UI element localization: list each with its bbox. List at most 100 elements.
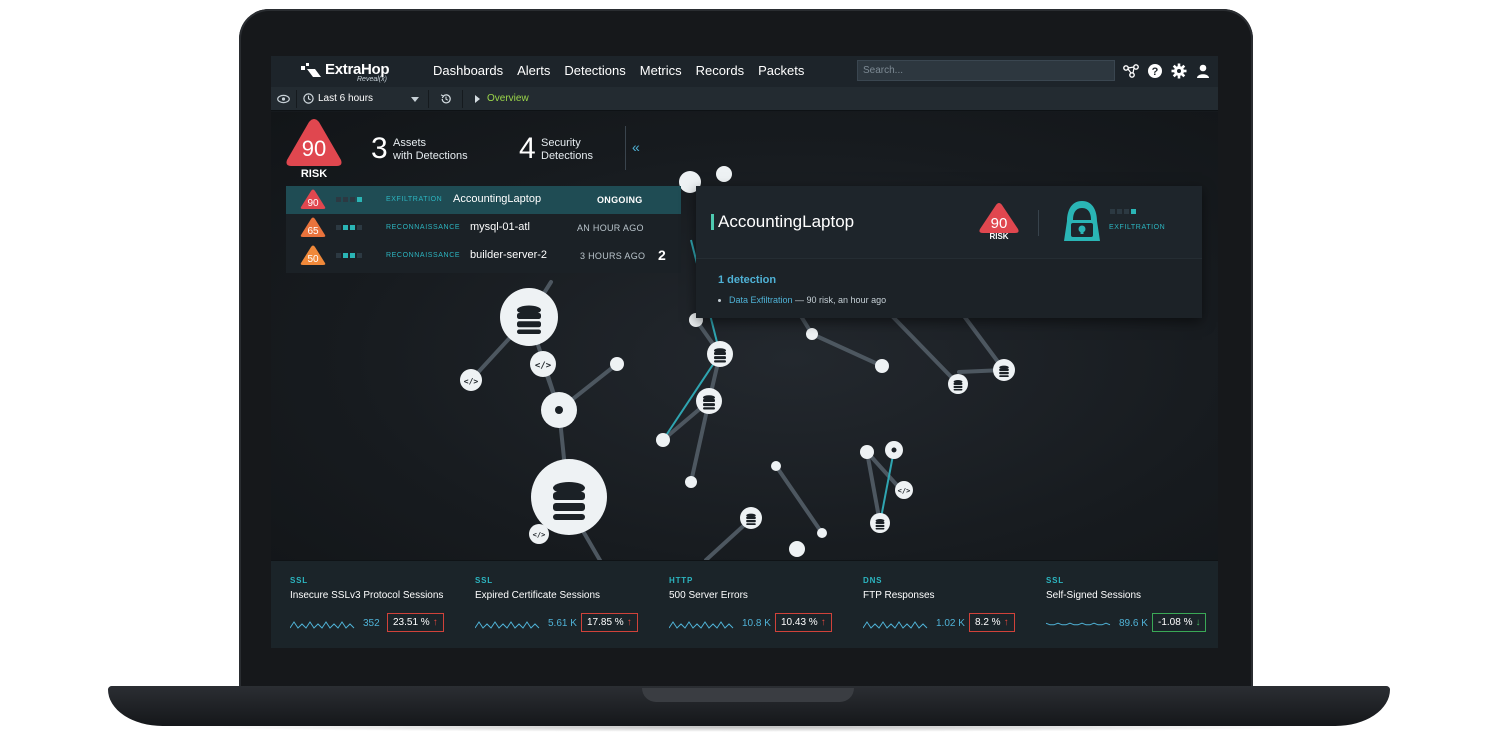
metrics-strip: SSL Insecure SSLv3 Protocol Sessions 352 23…: [271, 560, 1218, 648]
detection-asset[interactable]: AccountingLaptop: [453, 193, 541, 205]
help-icon[interactable]: ?: [1147, 63, 1163, 79]
assets-count: 3: [371, 132, 388, 165]
asset-detail-card: AccountingLaptop 90 RISK EXFILTRATION 1 …: [696, 186, 1202, 318]
metric-tile[interactable]: SSL Insecure SSLv3 Protocol Sessions 352 23…: [290, 561, 460, 648]
sparkline: [1046, 622, 1111, 626]
detection-asset[interactable]: mysql-01-atl: [470, 221, 530, 233]
detection-category: RECONNAISSANCE: [386, 252, 461, 259]
sparkline: [475, 621, 540, 629]
laptop-notch: [642, 688, 854, 702]
risk-triangle-icon: 65: [300, 217, 326, 237]
detection-level-bars: [336, 253, 362, 258]
card-risk-label: RISK: [989, 232, 1009, 241]
toolbar-divider: [428, 90, 429, 108]
metric-tile[interactable]: HTTP 500 Server Errors 10.8 K 10.43 % ↑: [669, 561, 839, 648]
brand-logo[interactable]: ExtraHop Reveal(x): [301, 61, 411, 83]
metric-change: 10.43 %: [781, 617, 818, 628]
svg-text:</>: </>: [533, 531, 546, 539]
metric-tile[interactable]: SSL Self-Signed Sessions 89.6 K -1.08 % ↓: [1046, 561, 1216, 648]
network-map: </> </> </> </> 90 RISK 3 Assets with De…: [271, 112, 1218, 560]
nav-alerts[interactable]: Alerts: [517, 63, 550, 78]
user-icon[interactable]: [1195, 63, 1211, 79]
metric-name[interactable]: Self-Signed Sessions: [1046, 590, 1141, 601]
time-range-select[interactable]: Last 6 hours: [318, 93, 373, 104]
detection-link[interactable]: Data Exfiltration: [729, 295, 793, 305]
assets-label: Assets with Detections: [393, 137, 468, 163]
metric-protocol: DNS: [863, 576, 883, 585]
nav-packets[interactable]: Packets: [758, 63, 804, 78]
assets-label-line-1: Assets: [393, 137, 427, 149]
card-detection-count[interactable]: 1 detection: [718, 274, 776, 286]
card-header: AccountingLaptop 90 RISK EXFILTRATION: [696, 186, 1202, 259]
metric-name[interactable]: Expired Certificate Sessions: [475, 590, 600, 601]
metric-name[interactable]: Insecure SSLv3 Protocol Sessions: [290, 590, 443, 601]
bullet: [718, 299, 721, 303]
nav-metrics[interactable]: Metrics: [640, 63, 682, 78]
card-category: EXFILTRATION: [1109, 224, 1166, 231]
detections-label-line-1: Security: [541, 137, 581, 149]
nav-dashboards[interactable]: Dashboards: [433, 63, 503, 78]
metric-protocol: HTTP: [669, 576, 694, 585]
metric-value: 89.6 K: [1119, 618, 1148, 629]
header-icons: ?: [1123, 63, 1211, 79]
network-icon[interactable]: [1123, 63, 1139, 79]
app-screen: ExtraHop Reveal(x) Dashboards Alerts Det…: [271, 56, 1218, 648]
arrow-down-icon: ↓: [1195, 617, 1201, 628]
card-risk-score: 90: [991, 215, 1008, 232]
hacker-icon: [1064, 201, 1100, 241]
svg-text:</>: </>: [464, 377, 479, 386]
detection-meta: — 90 risk, an hour ago: [792, 295, 887, 305]
detection-asset[interactable]: builder-server-2: [470, 249, 547, 261]
breadcrumb[interactable]: Overview: [487, 93, 529, 104]
overall-risk-label: RISK: [300, 168, 328, 180]
eye-icon[interactable]: [277, 93, 290, 105]
detection-level-bars: [336, 197, 362, 202]
metric-change-badge: 17.85 % ↑: [581, 613, 638, 632]
metric-protocol: SSL: [1046, 576, 1064, 585]
card-level-bars: [1110, 209, 1136, 214]
detection-row[interactable]: 50 RECONNAISSANCE builder-server-2 3 HOURS …: [286, 242, 681, 270]
card-risk-badge: 90 RISK: [978, 202, 1020, 242]
detection-category: EXFILTRATION: [386, 196, 443, 203]
metric-protocol: SSL: [290, 576, 308, 585]
detection-count-badge: 2: [658, 247, 666, 263]
card-detection-item: Data Exfiltration — 90 risk, an hour ago: [718, 295, 886, 305]
svg-text:?: ?: [1152, 66, 1159, 78]
clock-icon: [303, 93, 314, 104]
risk-triangle-icon: 90: [979, 203, 1019, 233]
collapse-icon[interactable]: «: [632, 139, 640, 155]
detection-score: 50: [307, 254, 319, 265]
detection-category: RECONNAISSANCE: [386, 224, 461, 231]
metric-value: 352: [363, 618, 380, 629]
sparkline: [669, 621, 734, 629]
extrahop-logo-icon: [301, 63, 321, 77]
time-toolbar: Last 6 hours Overview: [271, 87, 1218, 111]
chevron-down-icon[interactable]: [411, 97, 419, 102]
detection-row[interactable]: 65 RECONNAISSANCE mysql-01-atl AN HOUR AGO: [286, 214, 681, 242]
main-nav: Dashboards Alerts Detections Metrics Rec…: [433, 63, 804, 78]
card-asset-title[interactable]: AccountingLaptop: [718, 212, 854, 232]
history-icon[interactable]: [440, 93, 452, 105]
metric-name[interactable]: 500 Server Errors: [669, 590, 748, 601]
arrow-up-icon: ↑: [1003, 617, 1009, 628]
metric-value: 1.02 K: [936, 618, 965, 629]
overall-risk-badge[interactable]: 90 RISK: [285, 118, 343, 182]
chevron-right-icon[interactable]: [475, 95, 480, 103]
card-accent: [711, 214, 714, 230]
metric-tile[interactable]: DNS FTP Responses 1.02 K 8.2 % ↑: [863, 561, 1033, 648]
nav-records[interactable]: Records: [696, 63, 744, 78]
top-navigation: ExtraHop Reveal(x) Dashboards Alerts Det…: [271, 56, 1218, 87]
arrow-up-icon: ↑: [820, 617, 826, 628]
metric-name[interactable]: FTP Responses: [863, 590, 935, 601]
search-input[interactable]: Search...: [857, 60, 1115, 81]
gear-icon[interactable]: [1171, 63, 1187, 79]
network-graph: </> </> </> </>: [460, 166, 1015, 560]
detections-count: 4: [519, 132, 536, 165]
nav-detections[interactable]: Detections: [564, 63, 625, 78]
svg-text:</>: </>: [898, 487, 911, 495]
detection-time: 3 HOURS AGO: [580, 251, 646, 261]
metric-tile[interactable]: SSL Expired Certificate Sessions 5.61 K 17.…: [475, 561, 645, 648]
metric-value: 5.61 K: [548, 618, 577, 629]
detection-row[interactable]: 90 EXFILTRATION AccountingLaptop ONGOING: [286, 186, 681, 214]
arrow-up-icon: ↑: [626, 617, 632, 628]
